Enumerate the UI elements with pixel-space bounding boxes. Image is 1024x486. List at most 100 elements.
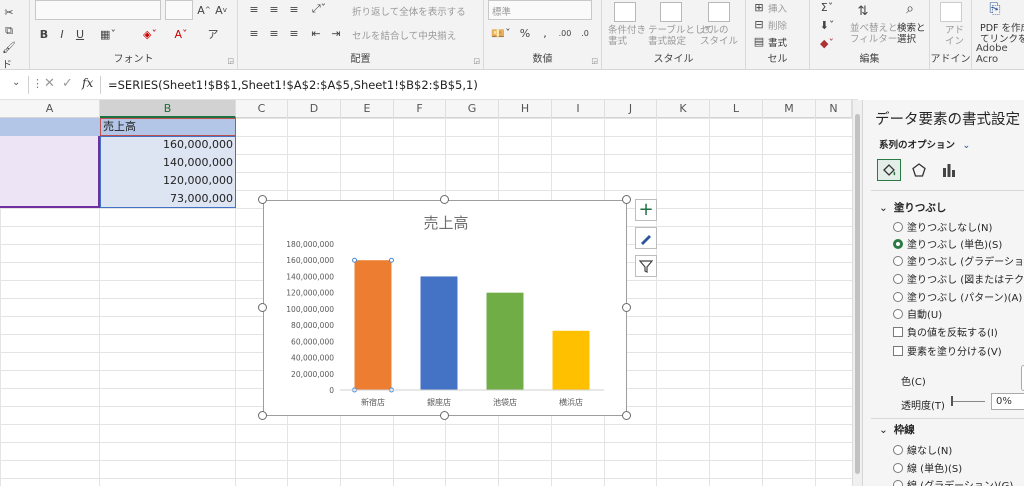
sort-filter-icon[interactable]: ⇅	[854, 2, 872, 20]
transparency-input[interactable]: 0%	[991, 393, 1024, 410]
border-option-solid[interactable]: 線 (単色)(S)	[893, 460, 962, 475]
sort-filter-button[interactable]: 並べ替えと フィルター	[850, 23, 898, 45]
checkbox-invert-negative[interactable]	[893, 326, 903, 337]
wrap-text-button[interactable]: 折り返して全体を表示する	[352, 4, 466, 18]
find-select-button[interactable]: 検索と 選択	[897, 23, 926, 45]
conditional-format-icon[interactable]	[614, 2, 636, 22]
radio-fill-gradient[interactable]	[893, 255, 903, 266]
chart-resize-handle-bl[interactable]	[258, 411, 267, 420]
column-header-k[interactable]: K	[657, 100, 710, 118]
border-option-none[interactable]: 線なし(N)	[893, 442, 952, 457]
align-top-icon[interactable]: ≡	[246, 2, 262, 16]
insert-function-icon[interactable]: fx	[82, 76, 93, 90]
table-format-icon[interactable]	[660, 2, 682, 22]
insert-button[interactable]: 挿入	[768, 1, 787, 15]
chart-title[interactable]: 売上高	[423, 214, 468, 232]
decrease-indent-icon[interactable]: ⇤	[308, 26, 324, 40]
bar-selection-handle[interactable]	[352, 257, 358, 263]
fill-line-tab[interactable]	[877, 159, 901, 181]
delete-icon[interactable]: ⊟	[752, 18, 766, 31]
addins-button[interactable]: アド イン	[945, 25, 964, 47]
cell-b2[interactable]: 160,000,000	[100, 136, 236, 154]
column-header-l[interactable]: L	[710, 100, 763, 118]
column-header-g[interactable]: G	[446, 100, 499, 118]
fill-color-icon[interactable]: ◈ˇ	[139, 26, 161, 42]
currency-icon[interactable]: 💴ˇ	[490, 26, 512, 40]
vertical-scrollbar[interactable]	[852, 100, 862, 486]
series-options-tab[interactable]	[937, 159, 961, 181]
column-header-b[interactable]: B	[100, 100, 236, 118]
insert-icon[interactable]: ⊞	[752, 1, 766, 14]
copy-icon[interactable]: ⧉	[2, 24, 16, 38]
chart-elements-button[interactable]: +	[635, 199, 657, 221]
column-header-e[interactable]: E	[341, 100, 394, 118]
fill-option-gradient[interactable]: 塗りつぶし (グラデーション)(G)	[893, 253, 1024, 268]
cell-b5[interactable]: 73,000,000	[100, 190, 236, 208]
radio-fill-picture[interactable]	[893, 273, 903, 284]
bar-selection-handle[interactable]	[388, 257, 394, 263]
fill-option-pattern[interactable]: 塗りつぶし (パターン)(A)	[893, 289, 1022, 304]
radio-fill-pattern[interactable]	[893, 291, 903, 302]
bar-chart[interactable]: 売上高 0 20,000,000 40,000,000 60,000,000 80,00…	[263, 200, 627, 416]
align-bottom-icon[interactable]: ≡	[286, 2, 302, 16]
font-name-combo[interactable]	[35, 0, 161, 20]
increase-font-icon[interactable]: A ^	[197, 2, 211, 18]
chart-filters-button[interactable]	[635, 255, 657, 277]
merge-center-button[interactable]: セルを結合して中央揃え	[352, 28, 456, 42]
addins-icon[interactable]	[940, 2, 962, 22]
chart-resize-handle-br[interactable]	[622, 411, 631, 420]
delete-button[interactable]: 削除	[768, 18, 787, 32]
formula-input[interactable]: =SERIES(Sheet1!$B$1,Sheet1!$A$2:$A$5,She…	[108, 78, 478, 92]
cell-b4[interactable]: 120,000,000	[100, 172, 236, 190]
invert-negative-option[interactable]: 負の値を反転する(I)	[893, 324, 998, 339]
cell-b3[interactable]: 140,000,000	[100, 154, 236, 172]
scrollbar-thumb[interactable]	[855, 114, 860, 474]
chart-styles-button[interactable]	[635, 227, 657, 249]
autosum-icon[interactable]: Σˇ	[818, 0, 836, 14]
enter-icon[interactable]: ✓	[62, 76, 73, 91]
border-option-gradient[interactable]: 線 (グラデーション)(G)	[893, 477, 1013, 486]
fill-option-none[interactable]: 塗りつぶしなし(N)	[893, 219, 992, 234]
clear-icon[interactable]: ◆ˇ	[818, 36, 836, 50]
cancel-icon[interactable]: ✕	[44, 76, 55, 91]
pdf-create-button[interactable]: PDF を作成 てリンクを共	[980, 23, 1024, 45]
font-size-combo[interactable]	[165, 0, 193, 20]
series-options-dropdown[interactable]: 系列のオプション ⌄	[879, 137, 970, 151]
border-section-header[interactable]: ⌄ 枠線	[879, 422, 915, 437]
x-axis[interactable]: 新宿店 銀座店 池袋店 横浜店	[340, 389, 604, 407]
number-launcher-icon[interactable]: ◲	[591, 57, 598, 65]
percent-icon[interactable]: %	[518, 26, 532, 40]
pdf-icon[interactable]: ⎘	[986, 0, 1004, 18]
column-header-h[interactable]: H	[499, 100, 552, 118]
font-color-icon[interactable]: Aˇ	[170, 26, 192, 42]
borders-icon[interactable]: ▦ˇ	[97, 26, 119, 42]
radio-fill-none[interactable]	[893, 221, 903, 232]
cut-icon[interactable]: ✂	[2, 5, 16, 19]
bold-button[interactable]: B	[37, 26, 51, 42]
cell-b1[interactable]: 売上高	[100, 118, 236, 136]
column-header-d[interactable]: D	[288, 100, 341, 118]
column-header-n[interactable]: N	[816, 100, 852, 118]
name-box[interactable]: ⌄	[0, 74, 28, 96]
decrease-decimal-icon[interactable]: .0	[578, 26, 592, 40]
align-right-icon[interactable]: ≡	[286, 26, 302, 40]
find-select-icon[interactable]: ⌕	[901, 0, 919, 18]
transparency-slider[interactable]	[951, 401, 985, 402]
fill-option-solid[interactable]: 塗りつぶし (単色)(S)	[893, 236, 1002, 251]
orientation-icon[interactable]: ⤢ˇ	[308, 2, 330, 16]
column-header-a[interactable]: A	[0, 100, 100, 118]
cell-styles-button[interactable]: セルの スタイル	[700, 25, 738, 47]
radio-fill-auto[interactable]	[893, 308, 903, 319]
align-middle-icon[interactable]: ≡	[266, 2, 282, 16]
chart-resize-handle-mr[interactable]	[622, 303, 631, 312]
cell-styles-icon[interactable]	[708, 2, 730, 22]
bar-3[interactable]	[486, 292, 524, 390]
alignment-launcher-icon[interactable]: ◲	[473, 57, 480, 65]
underline-button[interactable]: U	[73, 26, 87, 42]
fill-icon[interactable]: ⬇ˇ	[818, 18, 836, 32]
radio-border-none[interactable]	[893, 444, 903, 455]
increase-indent-icon[interactable]: ⇥	[328, 26, 344, 40]
increase-decimal-icon[interactable]: .00	[558, 26, 572, 40]
font-launcher-icon[interactable]: ◲	[227, 57, 234, 65]
align-left-icon[interactable]: ≡	[246, 26, 262, 40]
